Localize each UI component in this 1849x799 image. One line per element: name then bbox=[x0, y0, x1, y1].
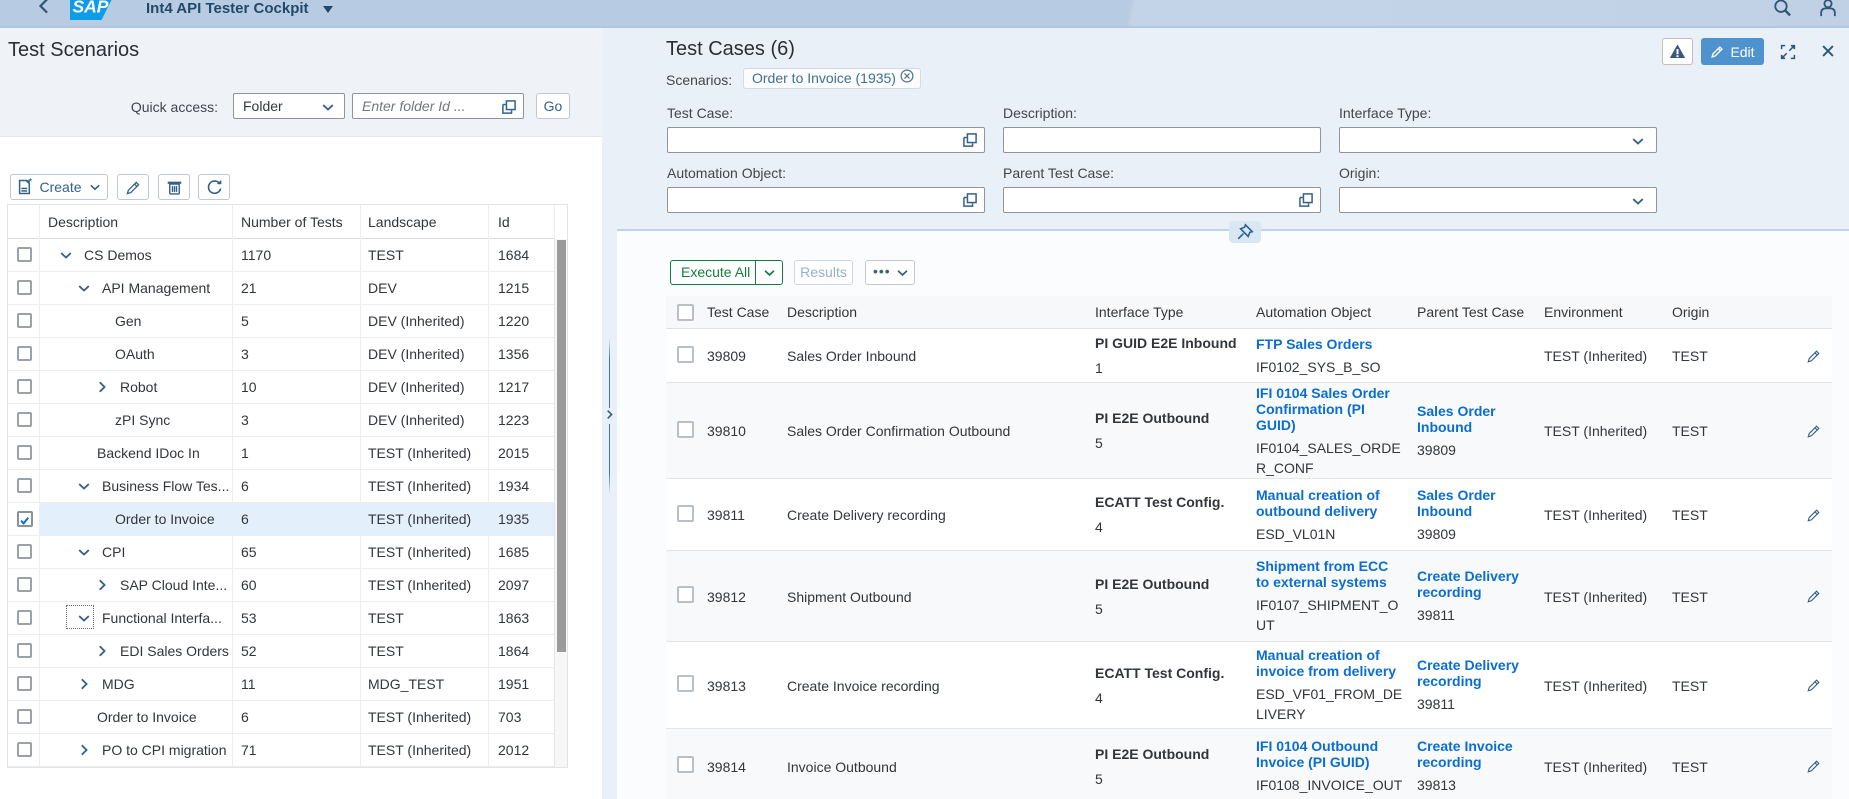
svg-text:SAP: SAP bbox=[73, 0, 109, 17]
svg-text:*: * bbox=[29, 178, 33, 188]
